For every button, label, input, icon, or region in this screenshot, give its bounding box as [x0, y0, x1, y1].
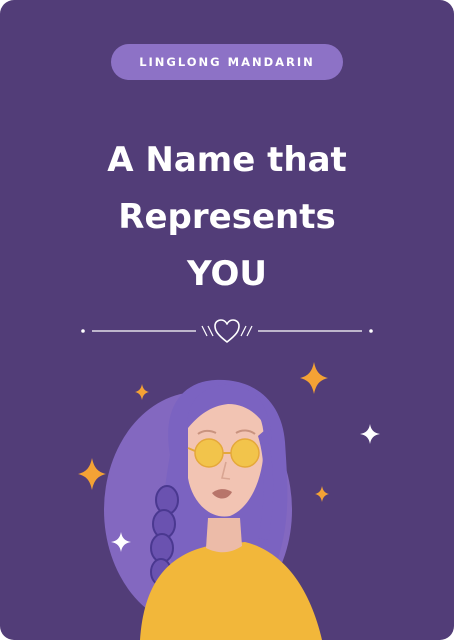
brand-badge-label: LINGLONG MANDARIN	[139, 55, 315, 69]
sparkle-icon	[78, 458, 106, 490]
divider-dot-right	[369, 329, 373, 333]
divider-ticks-left	[201, 325, 214, 337]
sparkle-icon	[135, 384, 149, 400]
title-line-3: YOU	[187, 254, 267, 294]
heart-icon	[214, 319, 240, 343]
sparkle-icon	[360, 424, 380, 444]
brand-badge: LINGLONG MANDARIN	[111, 44, 343, 80]
woman-illustration	[78, 362, 380, 640]
cover-card: LINGLONG MANDARIN A Name that Represents…	[0, 0, 454, 640]
page-title: A Name that Represents YOU	[0, 132, 454, 303]
divider-ticks-right	[240, 325, 253, 337]
sparkle-icon	[300, 362, 328, 394]
heart-divider	[81, 319, 373, 343]
neck	[206, 518, 242, 553]
title-line-2: Represents	[118, 197, 336, 237]
title-line-1: A Name that	[107, 140, 347, 180]
divider-dot-left	[81, 329, 85, 333]
sparkle-icon	[315, 486, 329, 502]
